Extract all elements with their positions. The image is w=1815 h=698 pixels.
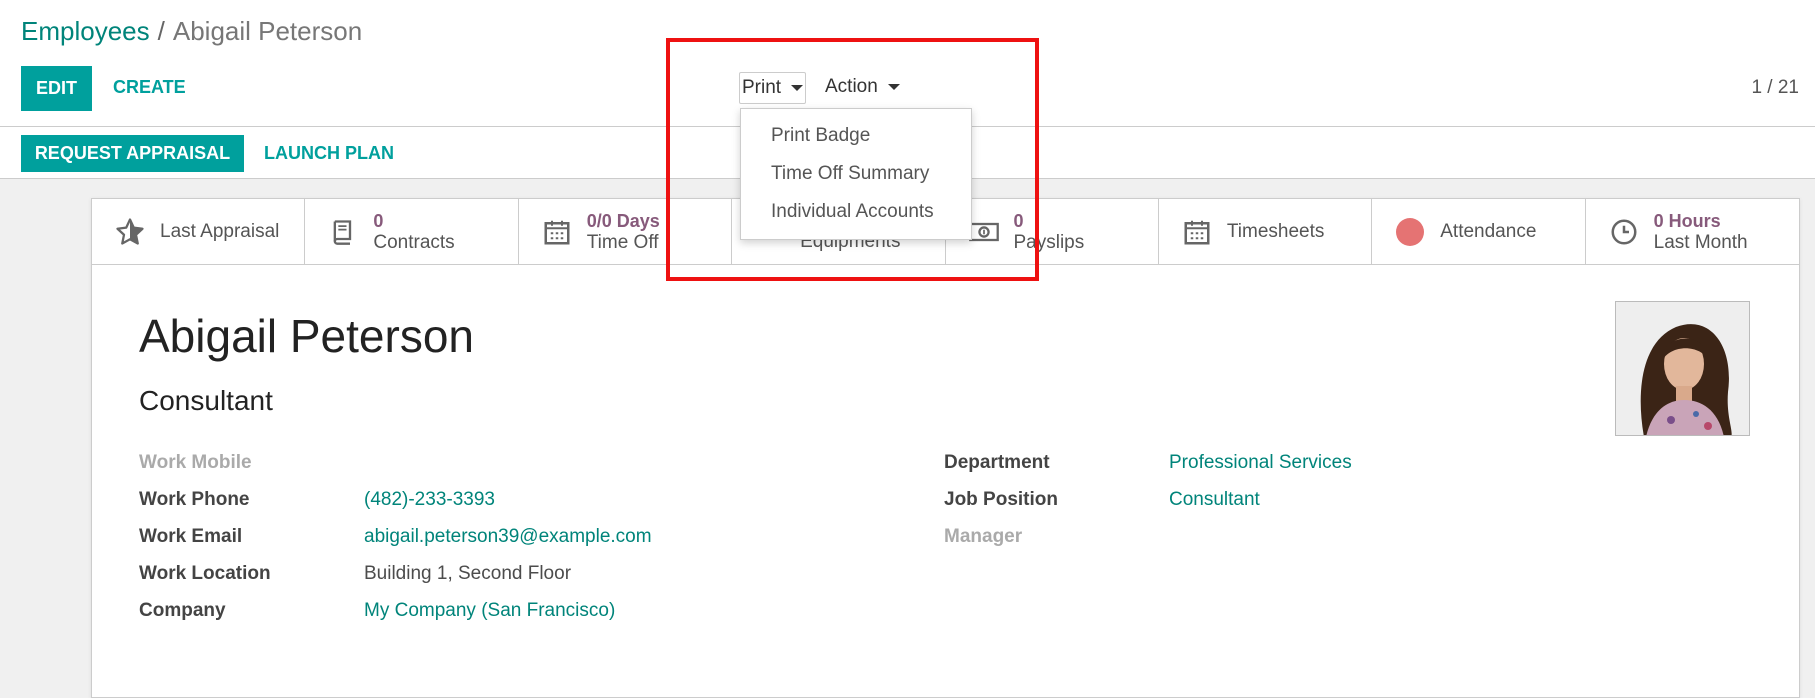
print-label: Print: [742, 77, 782, 98]
employee-job-title: Consultant: [139, 385, 273, 416]
label-work-mobile: Work Mobile: [139, 452, 252, 473]
star-icon: [114, 216, 146, 248]
smart-button-time-off[interactable]: 0/0 Days Time Off: [519, 199, 733, 264]
smart-button-label: Last Month: [1653, 231, 1748, 253]
clock-icon: [1608, 216, 1640, 248]
breadcrumb-separator: /: [157, 16, 165, 46]
calendar-icon: [1181, 216, 1213, 248]
form-sheet: Last Appraisal 0 Contracts 0/0 Days Time…: [91, 198, 1800, 698]
smart-button-label: Payslips: [1013, 231, 1085, 253]
employee-photo[interactable]: [1615, 301, 1750, 436]
smart-button-attendance[interactable]: Attendance: [1372, 199, 1586, 264]
print-dropdown-toggle[interactable]: Print: [739, 72, 807, 104]
label-department: Department: [944, 452, 1050, 473]
chevron-down-icon: [887, 83, 900, 90]
smart-button-payslips[interactable]: 0 Payslips: [946, 199, 1159, 264]
smart-button-value: 0: [1013, 210, 1024, 231]
smart-button-label: Time Off: [586, 231, 659, 253]
smart-button-value: 0/0 Days: [586, 210, 660, 231]
label-work-phone: Work Phone: [139, 489, 250, 510]
create-button[interactable]: CREATE: [113, 77, 186, 98]
work-location-value: Building 1, Second Floor: [364, 563, 572, 584]
work-email-value[interactable]: abigail.peterson39@example.com: [364, 526, 652, 548]
work-phone-value[interactable]: (482)-233-3393: [364, 489, 495, 511]
smart-button-label: Contracts: [373, 231, 455, 253]
action-dropdown-toggle[interactable]: Action: [825, 76, 900, 98]
request-appraisal-button[interactable]: REQUEST APPRAISAL: [21, 135, 244, 172]
edit-button[interactable]: EDIT: [21, 66, 92, 111]
label-work-location: Work Location: [139, 563, 271, 584]
label-company: Company: [139, 600, 226, 621]
job-position-value[interactable]: Consultant: [1169, 489, 1260, 511]
smart-button-contracts[interactable]: 0 Contracts: [305, 199, 519, 264]
smart-button-timesheets[interactable]: Timesheets: [1159, 199, 1373, 264]
menu-item-individual-accounts[interactable]: Individual Accounts: [741, 193, 971, 231]
employee-name: Abigail Peterson: [139, 310, 474, 362]
menu-item-time-off-summary[interactable]: Time Off Summary: [741, 155, 971, 193]
book-icon: [327, 216, 359, 248]
calendar-icon: [541, 216, 573, 248]
label-job-position: Job Position: [944, 489, 1058, 510]
smart-button-value: 0 Hours: [1653, 210, 1721, 231]
label-work-email: Work Email: [139, 526, 243, 547]
smart-button-label: Timesheets: [1226, 220, 1325, 242]
smart-button-value: 0: [373, 210, 384, 231]
breadcrumb-employees-link[interactable]: Employees: [21, 16, 150, 46]
smart-button-label: Last Appraisal: [160, 220, 280, 242]
action-label: Action: [825, 76, 878, 97]
department-value[interactable]: Professional Services: [1169, 452, 1352, 474]
record-pager[interactable]: 1 / 21: [1751, 77, 1799, 99]
chevron-down-icon: [791, 84, 804, 91]
label-manager: Manager: [944, 526, 1023, 547]
print-dropdown-menu: Print Badge Time Off Summary Individual …: [740, 108, 972, 240]
smart-button-last-appraisal[interactable]: Last Appraisal: [92, 199, 306, 264]
company-value[interactable]: My Company (San Francisco): [364, 600, 615, 622]
smart-button-label: Attendance: [1440, 220, 1537, 242]
smart-button-last-month-hours[interactable]: 0 Hours Last Month: [1586, 199, 1799, 264]
money-icon: [968, 216, 1000, 248]
status-dot-icon: [1394, 216, 1426, 248]
launch-plan-button[interactable]: LAUNCH PLAN: [264, 143, 394, 164]
breadcrumb: Employees / Abigail Peterson: [21, 16, 362, 47]
breadcrumb-current: Abigail Peterson: [172, 16, 363, 46]
menu-item-print-badge[interactable]: Print Badge: [741, 117, 971, 155]
